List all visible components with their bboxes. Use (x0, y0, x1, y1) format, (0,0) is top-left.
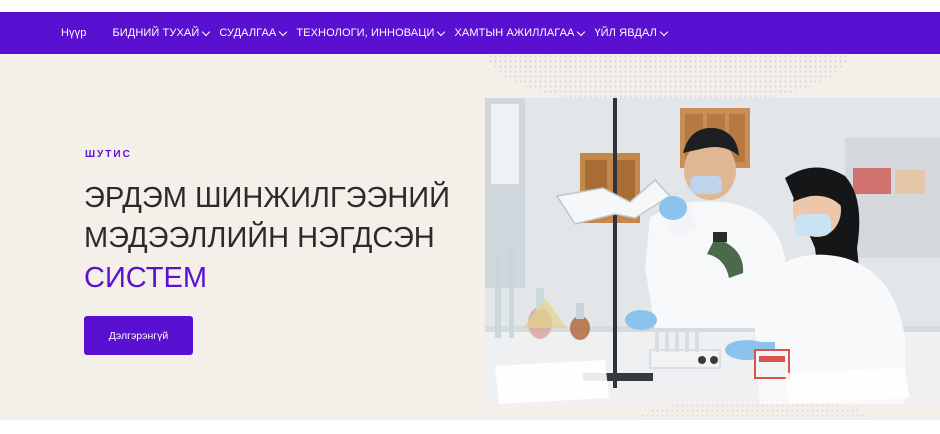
hero-title: ЭРДЭМ ШИНЖИЛГЭЭНИЙ МЭДЭЭЛЛИЙН НЭГДСЭН СИ… (84, 178, 484, 298)
hero-lab-photo (485, 98, 940, 404)
chevron-down-icon (577, 27, 586, 36)
hero-title-line: ЭРДЭМ ШИНЖИЛГЭЭНИЙ (84, 182, 450, 214)
nav-item-label: СУДАЛГАА (219, 27, 277, 39)
nav-item-about[interactable]: БИДНИЙ ТУХАЙ (112, 27, 211, 39)
nav-item-home[interactable]: Нүүр (61, 27, 86, 39)
nav-item-events[interactable]: ҮЙЛ ЯВДАЛ (594, 27, 669, 39)
chevron-down-icon (202, 27, 211, 36)
hero-title-line: МЭДЭЭЛЛИЙН НЭГДСЭН (84, 222, 435, 254)
chevron-down-icon (659, 27, 669, 36)
nav-item-research[interactable]: СУДАЛГАА (219, 27, 288, 39)
nav-item-label: ҮЙЛ ЯВДАЛ (594, 27, 657, 39)
nav-item-cooperation[interactable]: ХАМТЫН АЖИЛЛАГАА (454, 27, 586, 39)
decorative-dot-pattern (488, 54, 848, 102)
chevron-down-icon (279, 27, 288, 36)
nav-item-label: БИДНИЙ ТУХАЙ (112, 27, 200, 39)
details-button[interactable]: Дэлгэрэнгүй (84, 316, 193, 355)
hero-eyebrow: ШУТИС (85, 149, 132, 160)
top-navigation: Нүүр БИДНИЙ ТУХАЙ СУДАЛГАА ТЕХНОЛОГИ, ИН… (0, 12, 940, 54)
nav-item-technology[interactable]: ТЕХНОЛОГИ, ИННОВАЦИ (296, 27, 446, 39)
nav-item-label: ТЕХНОЛОГИ, ИННОВАЦИ (296, 27, 435, 39)
nav-item-label: Нүүр (61, 27, 87, 39)
chevron-down-icon (437, 27, 446, 36)
hero-title-accent: СИСТЕМ (84, 262, 207, 294)
lab-scene-illustration (485, 98, 940, 404)
hero-section: ШУТИС ЭРДЭМ ШИНЖИЛГЭЭНИЙ МЭДЭЭЛЛИЙН НЭГД… (0, 54, 940, 420)
nav-item-label: ХАМТЫН АЖИЛЛАГАА (454, 27, 575, 39)
page: Нүүр БИДНИЙ ТУХАЙ СУДАЛГАА ТЕХНОЛОГИ, ИН… (0, 0, 940, 434)
